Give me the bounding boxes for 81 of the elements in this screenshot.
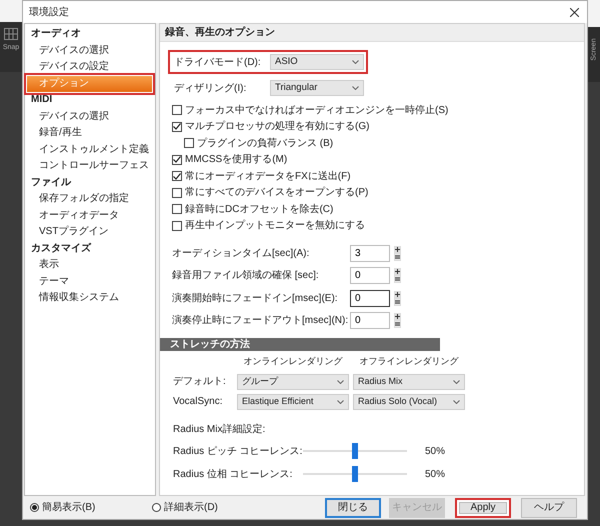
dropdown[interactable]: ASIO [270, 54, 364, 70]
sidebar-item[interactable]: 表示 [27, 257, 152, 274]
checkbox-label: 常にすべてのデバイスをオープンする(P) [185, 186, 368, 200]
chevron-icon [352, 60, 359, 64]
window-title: 環境設定 [29, 6, 69, 20]
chevron-icon [337, 400, 344, 404]
chevron-icon [337, 380, 344, 384]
checkbox[interactable] [184, 138, 194, 148]
checkbox-label: 録音時にDCオフセットを除去(C) [185, 202, 334, 217]
checkbox[interactable] [172, 220, 182, 231]
radio-label: 簡易表示(B) [42, 500, 96, 515]
checkbox-label: MMCSSを使用する(M) [185, 153, 288, 168]
sidebar-item[interactable]: コントロールサーフェス [27, 158, 152, 174]
sidebar-item[interactable]: デバイスの選択 [27, 42, 152, 59]
column-heading: オフラインレンダリング [358, 355, 460, 368]
checkbox[interactable] [172, 188, 182, 198]
sidebar-item[interactable]: VSTプラグイン [27, 224, 152, 240]
dialog-button[interactable]: Apply [455, 498, 511, 518]
slider-label: Radius ピッチ コヒーレンス: [173, 444, 303, 458]
dropdown[interactable]: Radius Solo (Vocal) [353, 394, 465, 410]
slider-reading: 50% [425, 444, 446, 458]
field-label: ドライバモード(D): [174, 56, 262, 70]
sidebar-item[interactable]: オーディオデータ [27, 208, 152, 224]
checkbox-label: プラグインの負荷バランス (B) [197, 136, 334, 151]
chevron-icon [352, 86, 359, 90]
column-heading: オンラインレンダリング [242, 355, 344, 368]
chevron-icon [453, 380, 460, 384]
sidebar-group-heading: ファイル [30, 176, 72, 190]
dialog-button[interactable]: 閉じる [325, 498, 381, 518]
sidebar-item[interactable]: デバイスの設定 [27, 59, 152, 76]
slider-thumb[interactable] [352, 466, 358, 482]
spinner-icon[interactable] [394, 290, 401, 306]
sidebar-item[interactable]: 保存フォルダの指定 [27, 191, 152, 208]
spinner-icon[interactable] [394, 246, 401, 261]
row-label: VocalSync: [173, 395, 224, 409]
panel-heading: 録音、再生のオプション [160, 24, 584, 42]
radio-label: 詳細表示(D) [164, 500, 218, 515]
radio-button[interactable] [30, 503, 39, 512]
checkbox[interactable] [172, 204, 182, 214]
section-heading: ストレッチの方法 [160, 338, 440, 351]
slider-thumb[interactable] [352, 443, 358, 459]
checkbox-label: フォーカス中でなければオーディオエンジンを一時停止(S) [185, 104, 448, 118]
row-label: デフォルト: [173, 375, 227, 389]
field-label: ディザリング(I): [174, 82, 248, 96]
sidebar-item[interactable]: テーマ [27, 274, 152, 290]
section-label: Radius Mix詳細設定: [172, 422, 266, 436]
field-label: オーディションタイム[sec](A): [172, 246, 310, 261]
field-label: 演奏開始時にフェードイン[msec](E): [172, 292, 339, 306]
slider-reading: 50% [425, 468, 446, 482]
dropdown[interactable]: Elastique Efficient [237, 394, 349, 410]
dropdown[interactable]: グループ [237, 374, 349, 390]
sidebar-item[interactable]: 情報収集システム [27, 290, 152, 306]
sidebar-group-heading: MIDI [30, 93, 54, 107]
radio-button[interactable] [152, 503, 161, 512]
checkbox[interactable] [172, 105, 182, 116]
number-field[interactable]: 0 [350, 267, 390, 284]
checkbox-label: 常にオーディオデータをFXに送出(F) [185, 170, 351, 184]
number-field[interactable]: 3 [350, 244, 390, 262]
checkbox[interactable] [172, 171, 182, 182]
checkbox-label: マルチプロセッサの処理を有効にする(G) [185, 120, 370, 134]
spinner-icon[interactable] [394, 268, 401, 284]
field-label: 演奏停止時にフェードアウト[msec](N): [172, 314, 350, 328]
dialog-button[interactable]: ヘルプ [521, 498, 577, 518]
checkbox[interactable] [172, 154, 182, 165]
sidebar-item[interactable]: デバイスの選択 [27, 108, 152, 125]
number-field[interactable]: 0 [350, 312, 390, 330]
sidebar-item[interactable]: 録音/再生 [27, 125, 152, 142]
spinner-icon[interactable] [394, 313, 401, 328]
dropdown[interactable]: Radius Mix [353, 374, 465, 390]
close-icon[interactable] [570, 8, 579, 16]
slider-label: Radius 位相 コヒーレンス: [173, 468, 294, 482]
sidebar-item[interactable]: インストゥルメント定義 [27, 142, 152, 158]
sidebar-group-heading: オーディオ [30, 27, 82, 41]
sidebar-group-heading: カスタマイズ [30, 242, 92, 256]
checkbox-label: 再生中インプットモニターを無効にする [185, 218, 365, 234]
dropdown[interactable]: Triangular [270, 80, 364, 96]
checkbox[interactable] [172, 122, 182, 132]
field-label: 録音用ファイル領域の確保 [sec]: [172, 268, 320, 284]
number-field[interactable]: 0 [350, 290, 390, 307]
grid-icon[interactable] [4, 28, 18, 40]
chevron-icon [453, 400, 460, 404]
